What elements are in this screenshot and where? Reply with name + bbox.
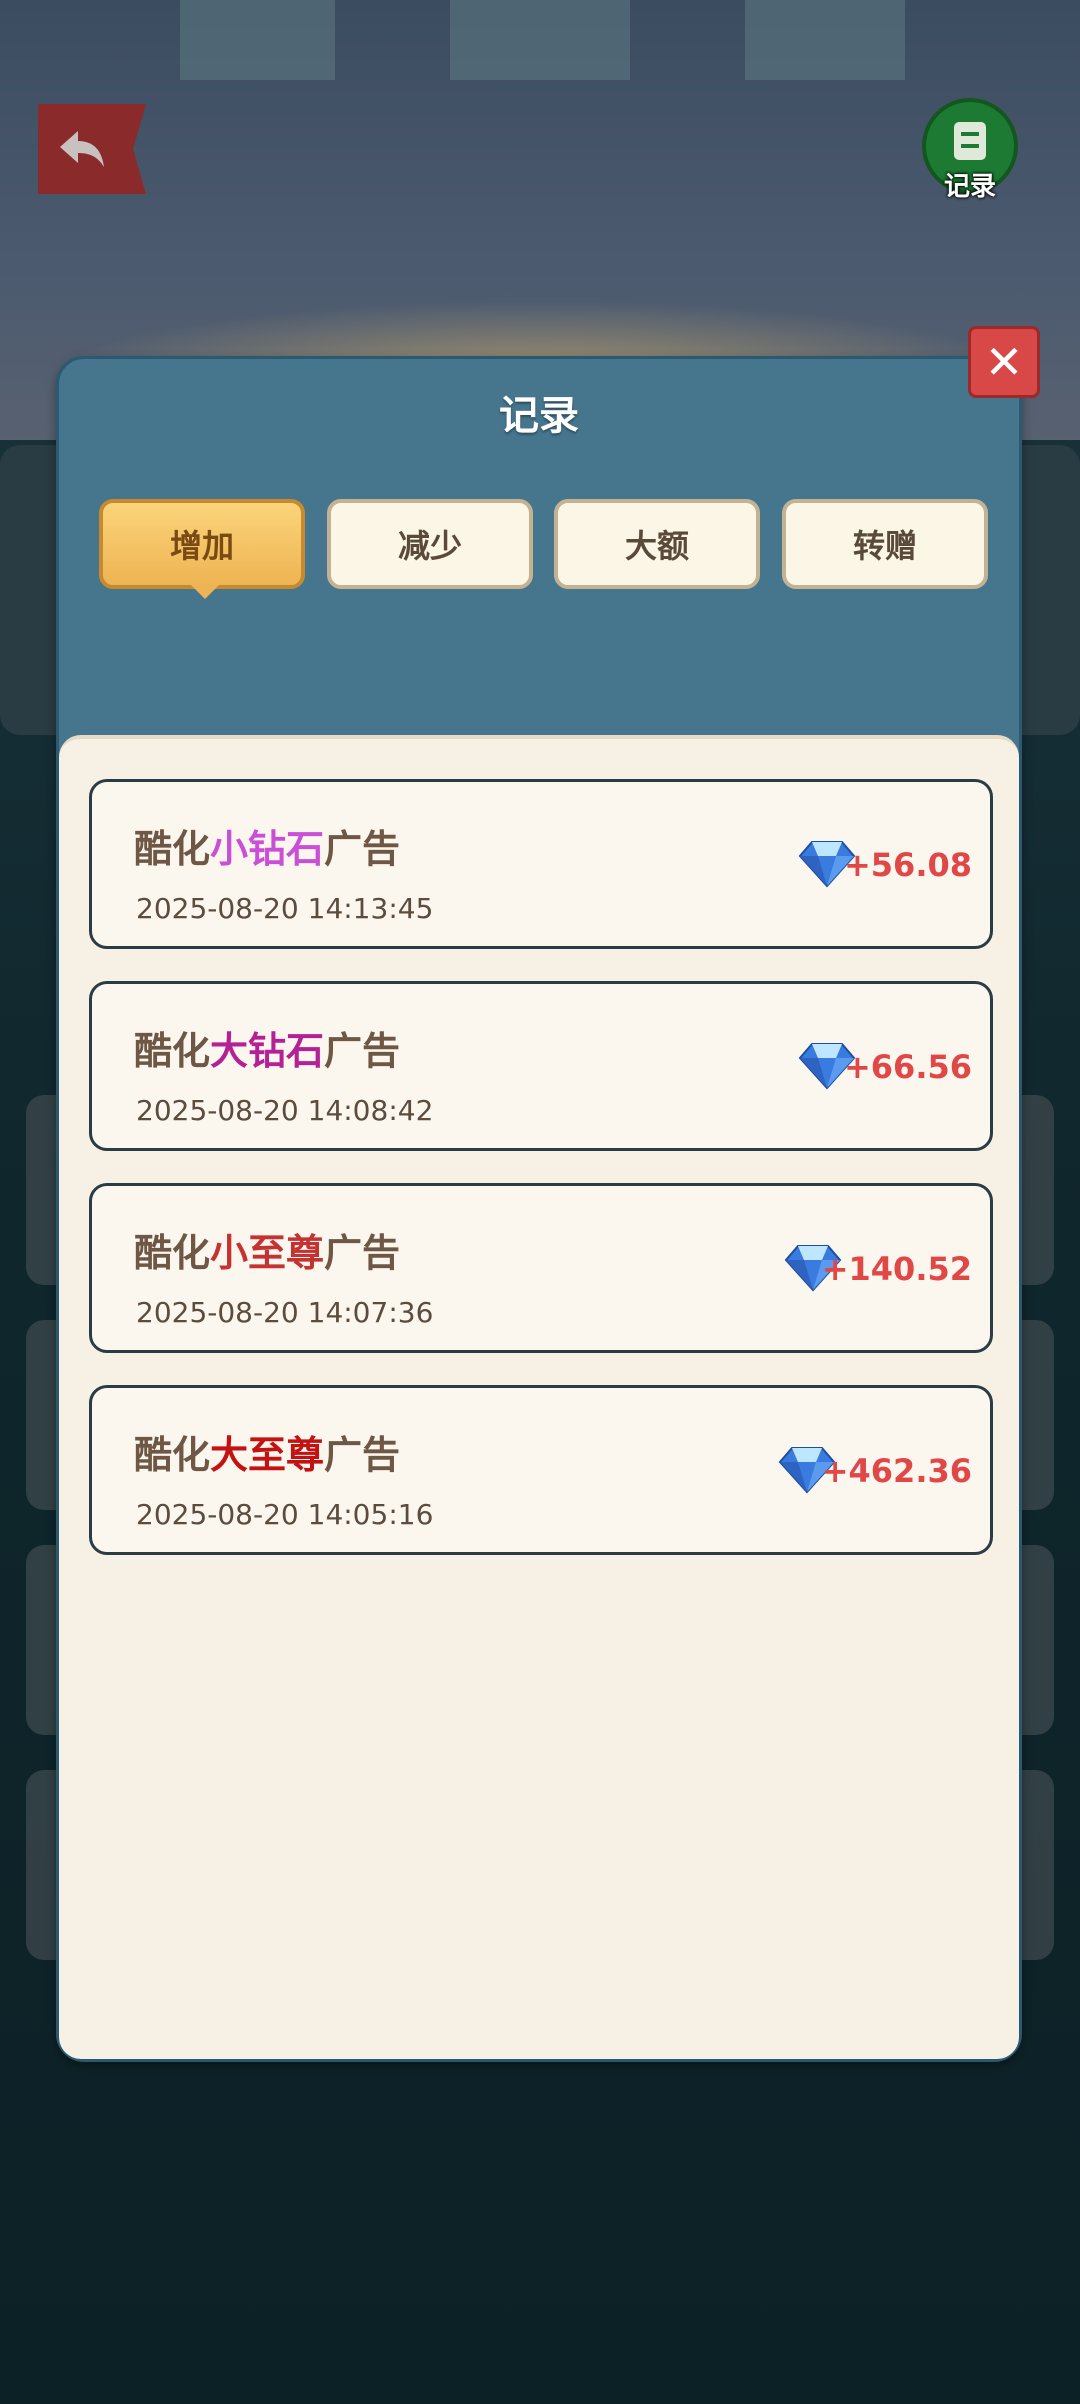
room-window: [745, 0, 905, 80]
record-amount: +66.56: [843, 1048, 972, 1086]
list-item: 酷化小至尊广告 2025-08-20 14:07:36 +140.52: [89, 1183, 993, 1353]
tab-bar: 增加 减少 大额 转赠: [99, 499, 989, 599]
record-amount: +140.52: [821, 1250, 972, 1288]
record-time: 2025-08-20 14:13:45: [136, 892, 434, 925]
record-time: 2025-08-20 14:08:42: [136, 1094, 434, 1127]
room-window: [180, 0, 335, 80]
record-title-highlight: 小钻石: [210, 827, 325, 871]
tab-increase[interactable]: 增加: [99, 499, 305, 589]
tab-decrease[interactable]: 减少: [327, 499, 533, 589]
modal-title: 记录: [499, 393, 579, 439]
close-icon: ✕: [984, 335, 1024, 389]
room-window: [450, 0, 630, 80]
record-time: 2025-08-20 14:05:16: [136, 1498, 434, 1531]
record-amount: +462.36: [821, 1452, 972, 1490]
back-arrow-icon: [60, 131, 104, 167]
record-modal: 记录 增加 减少 大额 转赠 酷化小钻石广告 2025-08-20 14:13:…: [56, 356, 1022, 2062]
close-button[interactable]: ✕: [968, 326, 1040, 398]
record-title: 酷化小至尊广告: [134, 1231, 401, 1275]
record-title-highlight: 大钻石: [210, 1029, 325, 1073]
record-title-highlight: 小至尊: [210, 1231, 325, 1275]
tab-gift[interactable]: 转赠: [782, 499, 988, 589]
record-title-highlight: 大至尊: [210, 1433, 325, 1477]
list-item: 酷化小钻石广告 2025-08-20 14:13:45 +56.08: [89, 779, 993, 949]
record-time: 2025-08-20 14:07:36: [136, 1296, 434, 1329]
tab-large-amount[interactable]: 大额: [554, 499, 760, 589]
record-button-label: 记录: [943, 172, 996, 202]
record-title: 酷化小钻石广告: [134, 827, 401, 871]
back-button[interactable]: [38, 104, 146, 194]
list-item: 酷化大至尊广告 2025-08-20 14:05:16 +462.36: [89, 1385, 993, 1555]
notepad-icon: [954, 122, 986, 160]
record-list: 酷化小钻石广告 2025-08-20 14:13:45 +56.08 酷化大钻石…: [59, 735, 1019, 2059]
list-item: 酷化大钻石广告 2025-08-20 14:08:42 +66.56: [89, 981, 993, 1151]
record-amount: +56.08: [843, 846, 972, 884]
record-title: 酷化大至尊广告: [134, 1433, 401, 1477]
active-tab-pointer: [191, 585, 219, 599]
record-title: 酷化大钻石广告: [134, 1029, 401, 1073]
